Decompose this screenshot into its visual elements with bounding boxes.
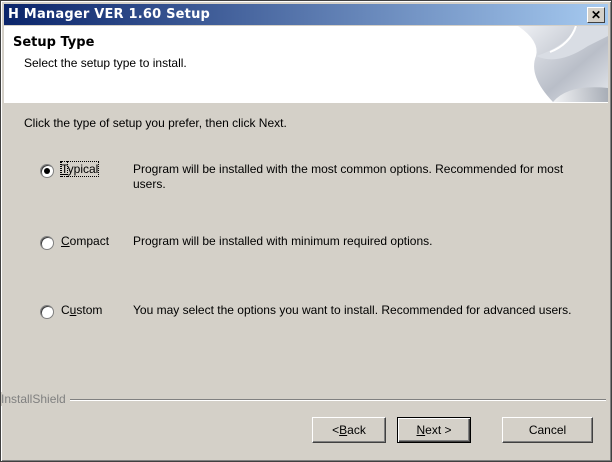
option-label-typical[interactable]: Typical	[59, 161, 133, 177]
page-subtitle: Select the setup type to install.	[24, 56, 187, 70]
close-icon: ✕	[590, 8, 602, 22]
back-button[interactable]: < Back	[312, 417, 386, 443]
window-title: H Manager VER 1.60 Setup	[8, 7, 211, 22]
title-bar[interactable]: H Manager VER 1.60 Setup ✕	[4, 4, 608, 25]
option-description-compact: Program will be installed with minimum r…	[133, 234, 433, 248]
radio-typical[interactable]	[40, 164, 54, 178]
option-description-custom: You may select the options you want to i…	[133, 303, 572, 317]
instruction-text: Click the type of setup you prefer, then…	[24, 116, 287, 130]
page-curl-icon	[518, 26, 608, 102]
setup-window: H Manager VER 1.60 Setup ✕ Setup Type Se…	[0, 0, 612, 462]
wizard-header: Setup Type Select the setup type to inst…	[4, 26, 608, 103]
branding-rule	[1, 399, 606, 401]
installshield-divider: InstallShield	[1, 392, 606, 413]
option-label-compact[interactable]: Compact	[61, 234, 133, 248]
option-custom[interactable]: Custom You may select the options you wa…	[40, 303, 571, 319]
option-typical[interactable]: Typical Program will be installed with t…	[40, 161, 563, 191]
cancel-button[interactable]: Cancel	[502, 417, 593, 443]
header-divider	[4, 102, 608, 103]
next-button[interactable]: Next >	[397, 417, 471, 443]
page-title: Setup Type	[13, 35, 95, 50]
installshield-branding: InstallShield	[1, 392, 70, 406]
option-description-typical: Program will be installed with the most …	[133, 162, 564, 191]
option-compact[interactable]: Compact Program will be installed with m…	[40, 234, 432, 250]
option-label-custom[interactable]: Custom	[61, 303, 133, 317]
radio-compact[interactable]	[40, 236, 54, 250]
radio-custom[interactable]	[40, 305, 54, 319]
close-button[interactable]: ✕	[587, 7, 605, 23]
